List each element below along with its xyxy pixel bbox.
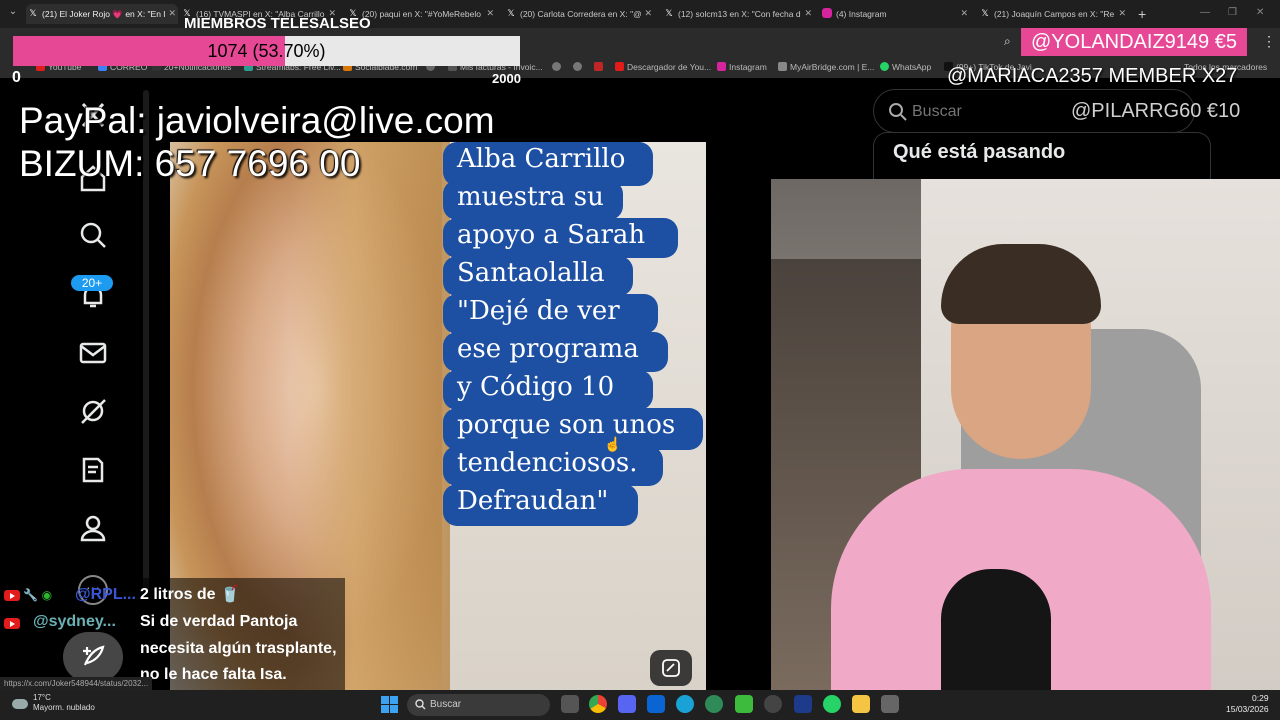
app-grey-icon[interactable] bbox=[881, 695, 899, 713]
compose-post-button[interactable] bbox=[63, 632, 123, 682]
close-tab-icon[interactable]: ✕ bbox=[486, 8, 494, 19]
x-logo-icon: 𝕏 bbox=[665, 8, 673, 18]
bookmark-whatsapp[interactable]: WhatsApp bbox=[880, 62, 931, 72]
browser-tab[interactable]: (4) Instagram ✕ bbox=[820, 4, 970, 24]
minimize-icon[interactable]: — bbox=[1200, 7, 1210, 18]
obs-icon[interactable] bbox=[764, 695, 782, 713]
browser-tab[interactable]: 𝕏 (20) Carlota Corredera en X: "@ ✕ bbox=[504, 4, 654, 24]
weather-cloud-icon bbox=[12, 699, 28, 709]
x-logo-icon: 𝕏 bbox=[29, 8, 37, 18]
chat-username: @sydney... bbox=[33, 613, 116, 630]
browser-menu-icon[interactable]: ⋮ bbox=[1262, 33, 1276, 50]
notification-badge: 20+ bbox=[71, 275, 113, 291]
bookmark-instagram[interactable]: Instagram bbox=[717, 62, 767, 72]
app-green-icon[interactable] bbox=[735, 695, 753, 713]
image-edit-icon bbox=[662, 659, 680, 677]
close-tab-icon[interactable]: ✕ bbox=[168, 8, 176, 19]
windows-taskbar bbox=[0, 690, 1280, 720]
donor-entry: @PILARRG60 €10 bbox=[1071, 100, 1241, 122]
quote-line: Defraudan" bbox=[457, 486, 609, 516]
network-icon[interactable] bbox=[705, 695, 723, 713]
chat-message: 2 litros de 🥤 bbox=[140, 586, 240, 603]
zoom-search-icon[interactable]: ⌕ bbox=[1004, 34, 1011, 49]
app-blue-icon[interactable] bbox=[794, 695, 812, 713]
x-logo-icon: 𝕏 bbox=[507, 8, 515, 18]
chat-badges: 🔧 ◉ bbox=[4, 588, 52, 602]
edit-icon[interactable] bbox=[78, 455, 108, 485]
members-goal-text: 1074 (53.70%) bbox=[207, 41, 326, 61]
bookmark-globe[interactable] bbox=[552, 62, 564, 72]
donor-highlight: @YOLANDAIZ9149 €5 bbox=[1021, 28, 1247, 56]
chrome-icon[interactable] bbox=[589, 695, 607, 713]
search-input[interactable] bbox=[912, 101, 1062, 123]
file-explorer-icon[interactable] bbox=[852, 695, 870, 713]
edge-icon[interactable] bbox=[676, 695, 694, 713]
whatsapp-icon[interactable] bbox=[823, 695, 841, 713]
quote-line: y Código 10 bbox=[457, 372, 615, 402]
trends-title: Qué está pasando bbox=[893, 141, 1066, 163]
image-edit-button[interactable] bbox=[650, 650, 692, 686]
instagram-icon bbox=[822, 8, 832, 18]
x-logo-icon: 𝕏 bbox=[981, 8, 989, 18]
goal-max-label: 2000 bbox=[492, 71, 521, 86]
search-icon bbox=[415, 699, 426, 710]
bizum-overlay: BIZUM: 657 7696 00 bbox=[19, 143, 361, 184]
grok-icon[interactable] bbox=[78, 396, 108, 426]
quote-line: Santaolalla bbox=[457, 258, 605, 288]
taskbar-search[interactable]: Buscar bbox=[407, 694, 550, 716]
microphone bbox=[941, 569, 1051, 690]
tab-search-menu-icon[interactable]: ⌄ bbox=[4, 6, 22, 22]
member-icon: ◉ bbox=[41, 588, 53, 602]
quote-line: ese programa bbox=[457, 334, 639, 364]
close-tab-icon[interactable]: ✕ bbox=[804, 8, 812, 19]
chat-badges bbox=[4, 616, 20, 630]
browser-tab[interactable]: 𝕏 (21) Joaquín Campos en X: "Re ✕ bbox=[978, 4, 1128, 24]
youtube-icon bbox=[4, 590, 20, 602]
quote-line: apoyo a Sarah bbox=[457, 220, 646, 250]
quote-line: "Dejé de ver bbox=[457, 296, 620, 326]
mouse-cursor-icon: ☝ bbox=[604, 436, 622, 452]
bookmark-globe[interactable] bbox=[573, 62, 585, 72]
windows-start-icon[interactable] bbox=[381, 696, 398, 713]
status-url: https://x.com/Joker548944/status/2032... bbox=[0, 677, 153, 690]
paypal-overlay: PayPal: javiolveira@live.com bbox=[19, 100, 495, 141]
mail-icon[interactable] bbox=[78, 338, 108, 368]
profile-icon[interactable] bbox=[78, 513, 108, 543]
new-tab-button[interactable]: + bbox=[1138, 6, 1146, 22]
close-tab-icon[interactable]: ✕ bbox=[1118, 8, 1126, 19]
members-goal-title: MIEMBROS TELESALSEO bbox=[184, 15, 371, 32]
webcam-feed: ETRB bbox=[771, 179, 1280, 690]
close-window-icon[interactable]: ✕ bbox=[1256, 7, 1264, 18]
quote-line: muestra su bbox=[457, 182, 604, 212]
bookmark-descargador[interactable]: Descargador de You... bbox=[615, 62, 711, 72]
tool-icon: 🔧 bbox=[23, 588, 39, 602]
youtube-icon bbox=[4, 618, 20, 630]
system-clock[interactable]: 0:29 15/03/2026 bbox=[1226, 693, 1269, 715]
quote-line: porque son unos bbox=[457, 410, 676, 440]
chat-username: @RPL... bbox=[75, 586, 136, 603]
donor-member: @MARIACA2357 MEMBER X27 bbox=[947, 65, 1238, 87]
quote-line: Alba Carrillo bbox=[457, 144, 626, 174]
restore-icon[interactable]: ❐ bbox=[1228, 7, 1237, 18]
discord-icon[interactable] bbox=[618, 695, 636, 713]
feather-plus-icon bbox=[83, 645, 105, 666]
members-goal-bar: 1074 (53.70%) bbox=[13, 36, 520, 66]
weather-widget[interactable]: 17°C Mayorm. nublado bbox=[33, 693, 95, 713]
browser-tab[interactable]: 𝕏 (21) El Joker Rojo 💗 en X: "En l ✕ bbox=[26, 4, 178, 24]
bookmark-myairbridge[interactable]: MyAirBridge.com | E... bbox=[778, 62, 874, 72]
search-icon bbox=[889, 103, 907, 121]
close-tab-icon[interactable]: ✕ bbox=[644, 8, 652, 19]
browser-tab[interactable]: 𝕏 (12) solcm13 en X: "Con fecha d ✕ bbox=[662, 4, 814, 24]
trends-panel: Qué está pasando bbox=[873, 132, 1211, 180]
search-icon[interactable] bbox=[78, 220, 108, 250]
outlook-icon[interactable] bbox=[647, 695, 665, 713]
goal-min-label: 0 bbox=[12, 69, 21, 86]
task-view-icon[interactable] bbox=[561, 695, 579, 713]
bookmark-bug[interactable] bbox=[594, 62, 606, 72]
close-tab-icon[interactable]: ✕ bbox=[960, 8, 968, 19]
chat-message: Si de verdad Pantoja necesita algún tras… bbox=[140, 613, 337, 683]
quote-card: Alba Carrillo muestra su apoyo a Sarah S… bbox=[443, 142, 706, 526]
